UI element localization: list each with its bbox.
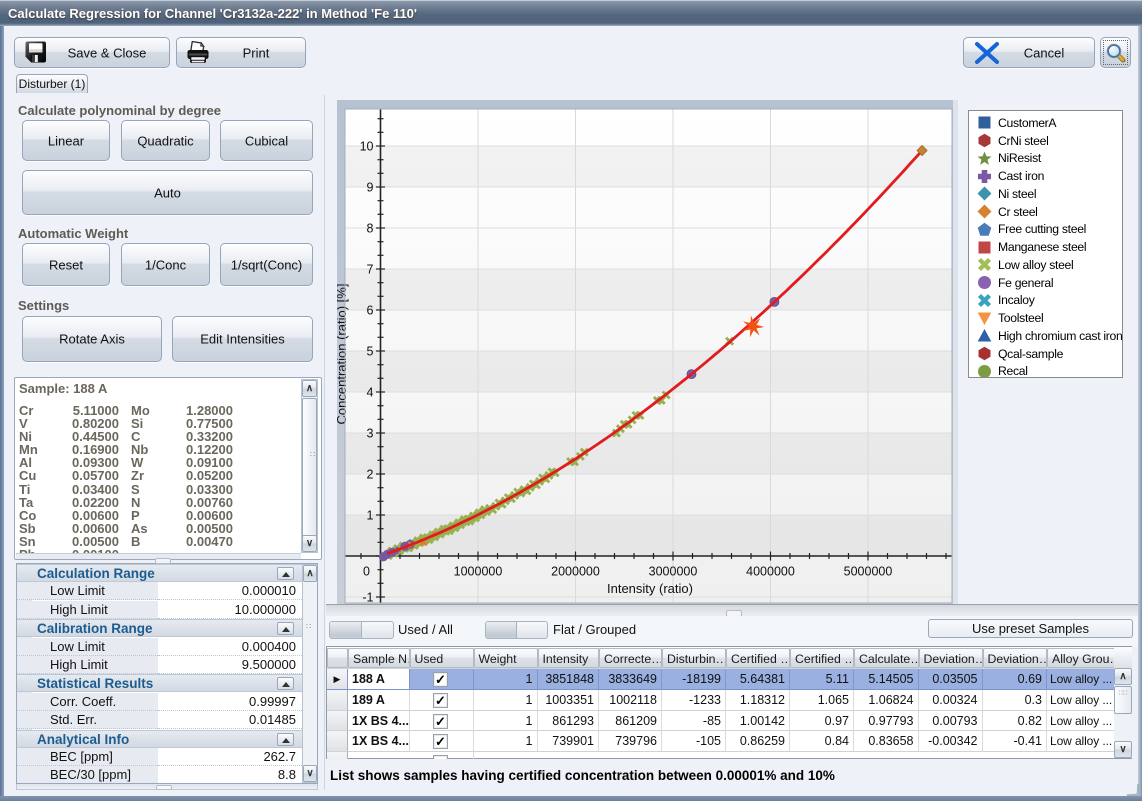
svg-text:3: 3: [367, 427, 374, 441]
svg-text:10: 10: [360, 140, 374, 154]
svg-text:2: 2: [367, 468, 374, 482]
svg-text:9: 9: [367, 181, 374, 195]
svg-text:1000000: 1000000: [454, 565, 503, 579]
svg-text:0: 0: [363, 565, 370, 579]
svg-text:5000000: 5000000: [844, 565, 893, 579]
svg-text:3000000: 3000000: [649, 565, 698, 579]
svg-text:5: 5: [367, 345, 374, 359]
svg-text:1: 1: [367, 509, 374, 523]
svg-text:Intensity (ratio): Intensity (ratio): [607, 581, 693, 596]
svg-text:Concentration (ratio) [%]: Concentration (ratio) [%]: [337, 284, 349, 425]
svg-text:-1: -1: [362, 591, 373, 605]
svg-text:7: 7: [367, 263, 374, 277]
svg-text:4000000: 4000000: [746, 565, 795, 579]
svg-text:4: 4: [367, 386, 374, 400]
svg-text:2000000: 2000000: [551, 565, 600, 579]
svg-text:8: 8: [367, 222, 374, 236]
svg-text:6: 6: [367, 304, 374, 318]
